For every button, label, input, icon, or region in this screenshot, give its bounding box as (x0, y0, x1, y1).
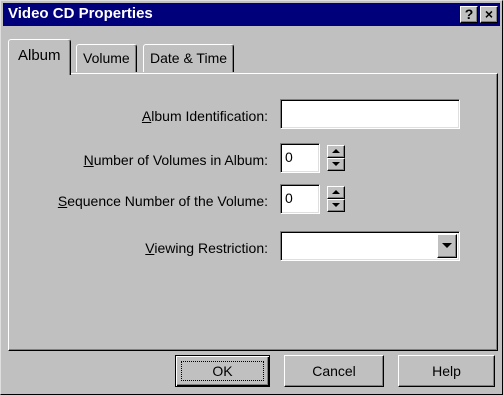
spin-up-arrow-icon[interactable] (327, 145, 345, 158)
dialog-window: Video CD Properties ? × Volume Date & Ti… (0, 0, 503, 395)
number-of-volumes-input[interactable]: 0 (280, 143, 320, 173)
help-caption-button[interactable]: ? (460, 6, 478, 23)
close-button[interactable]: × (480, 6, 498, 23)
album-identification-label: Album Identification: (141, 108, 268, 124)
tab-date-time-label: Date & Time (150, 50, 228, 66)
ok-button-label: OK (181, 361, 264, 381)
tab-album-label: Album (18, 47, 61, 64)
chevron-down-icon[interactable] (437, 234, 457, 258)
ok-button[interactable]: OK (175, 355, 270, 387)
tab-volume[interactable]: Volume (76, 44, 137, 72)
cancel-button[interactable]: Cancel (284, 355, 384, 387)
album-tab-panel: Album Identification: Number of Volumes … (8, 73, 498, 351)
tab-date-time[interactable]: Date & Time (143, 44, 235, 72)
number-of-volumes-spinner (327, 145, 345, 171)
title-bar: Video CD Properties ? × (3, 3, 500, 26)
spin-down-arrow-icon[interactable] (327, 158, 345, 171)
help-button[interactable]: Help (398, 355, 495, 387)
viewing-restriction-select[interactable] (280, 231, 460, 261)
sequence-number-label: Sequence Number of the Volume: (57, 193, 268, 209)
number-of-volumes-label: Number of Volumes in Album: (83, 152, 268, 168)
tab-album[interactable]: Album (8, 39, 71, 75)
sequence-number-input[interactable]: 0 (280, 184, 320, 214)
sequence-number-spinner (327, 186, 345, 212)
viewing-restriction-label: Viewing Restriction: (145, 240, 268, 256)
window-title: Video CD Properties (8, 5, 153, 22)
album-identification-input[interactable] (280, 99, 460, 129)
spin-down-arrow-icon[interactable] (327, 199, 345, 212)
tab-volume-label: Volume (83, 50, 130, 66)
spin-up-arrow-icon[interactable] (327, 186, 345, 199)
